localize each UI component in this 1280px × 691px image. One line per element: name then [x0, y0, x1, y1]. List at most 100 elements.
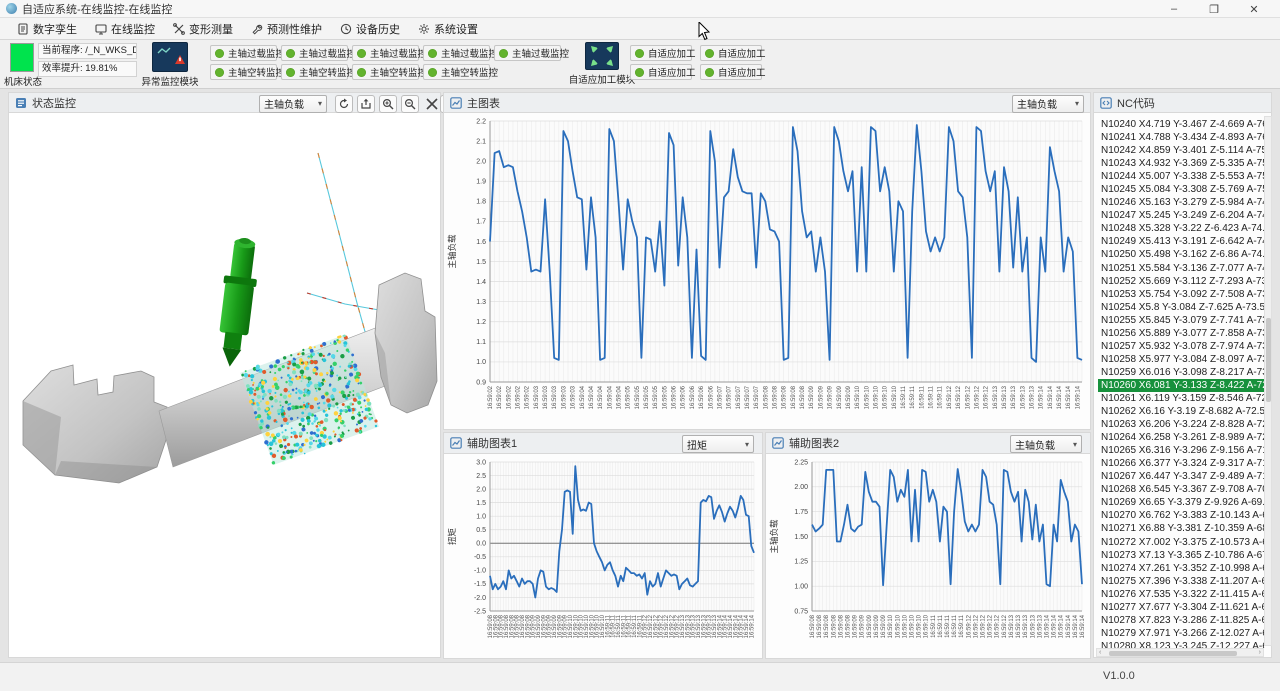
machine-3d-viewport[interactable] [8, 113, 441, 658]
nc-code-line[interactable]: N10279 X7.971 Y-3.266 Z-12.027 A-62.98 [1098, 627, 1265, 640]
adaptive-module-icon[interactable] [585, 42, 619, 70]
nc-code-line[interactable]: N10275 X7.396 Y-3.338 Z-11.207 A-65.95 [1098, 575, 1265, 588]
nc-code-line[interactable]: N10243 X4.932 Y-3.369 Z-5.335 A-75.523 [1098, 157, 1265, 170]
nc-code-line[interactable]: N10265 X6.316 Y-3.296 Z-9.156 A-71.771 [1098, 444, 1265, 457]
menu-item[interactable]: 设备历史 [331, 19, 409, 39]
svg-text:16:59:13: 16:59:13 [993, 385, 999, 409]
nc-code-line[interactable]: N10277 X7.677 Y-3.304 Z-11.621 A-64.48 [1098, 601, 1265, 614]
svg-text:16:59:12: 16:59:12 [988, 614, 994, 638]
abnormal-monitor-module-icon[interactable] [152, 42, 188, 72]
nc-code-line[interactable]: N10240 X4.719 Y-3.467 Z-4.669 A-76.396 [1098, 118, 1265, 131]
scroll-right-arrow-icon[interactable]: › [1259, 649, 1263, 656]
fit-view-button[interactable] [423, 95, 441, 113]
menu-item-label: 数字孪生 [33, 21, 77, 37]
nc-code-line[interactable]: N10255 X5.845 Y-3.079 Z-7.741 A-73.458 [1098, 314, 1265, 327]
view-mode-dropdown[interactable]: 主轴负载▾ [259, 95, 327, 113]
close-button[interactable]: ✕ [1234, 0, 1274, 18]
adaptive-machining-button[interactable]: 自适应加工 [700, 64, 762, 80]
title-bar[interactable]: 自适应系统-在线监控-在线监控 –❐✕ [0, 0, 1280, 18]
nc-code-line[interactable]: N10256 X5.889 Y-3.077 Z-7.858 A-73.348 [1098, 327, 1265, 340]
nc-code-line[interactable]: N10271 X6.88 Y-3.381 Z-10.359 A-68.711 [1098, 522, 1265, 535]
svg-text:16:59:12: 16:59:12 [974, 385, 980, 409]
overload-monitor-button[interactable]: 主轴过载监控 [423, 45, 490, 61]
svg-text:2.00: 2.00 [794, 484, 808, 491]
minimize-button[interactable]: – [1154, 0, 1194, 18]
aux2-signal-dropdown[interactable]: 主轴负载▾ [1010, 435, 1082, 453]
menu-item[interactable]: 数字孪生 [8, 19, 86, 39]
svg-text:16:59:13: 16:59:13 [1011, 385, 1017, 409]
adaptive-machining-button[interactable]: 自适应加工 [700, 45, 762, 61]
svg-text:16:59:08: 16:59:08 [782, 385, 788, 409]
nc-code-line[interactable]: N10280 X8.123 Y-3.245 Z-12.227 A-62.23 [1098, 640, 1265, 648]
svg-text:16:59:04: 16:59:04 [607, 385, 613, 409]
menu-item[interactable]: 变形测量 [164, 19, 242, 39]
adaptive-machining-button[interactable]: 自适应加工 [630, 45, 692, 61]
idle-monitor-button[interactable]: 主轴空转监控 [281, 64, 348, 80]
overload-monitor-button[interactable]: 主轴过载监控 [210, 45, 277, 61]
nc-code-line[interactable]: N10274 X7.261 Y-3.352 Z-10.998 A-66.67 [1098, 562, 1265, 575]
nc-code-line[interactable]: N10264 X6.258 Y-3.261 Z-8.989 A-72.072 [1098, 431, 1265, 444]
zoom-in-button[interactable] [379, 95, 397, 113]
nc-vertical-scrollbar[interactable] [1264, 116, 1272, 646]
nc-horizontal-scrollbar[interactable]: ‹ › [1096, 648, 1264, 657]
nc-code-line[interactable]: N10263 X6.206 Y-3.224 Z-8.828 A-72.33 C [1098, 418, 1265, 431]
nc-code-line[interactable]: N10266 X6.377 Y-3.324 Z-9.317 A-71.443 [1098, 457, 1265, 470]
svg-text:16:59:03: 16:59:03 [561, 385, 567, 409]
overload-monitor-button[interactable]: 主轴过载监控 [281, 45, 348, 61]
nc-code-line[interactable]: N10254 X5.8 Y-3.084 Z-7.625 A-73.571 C [1098, 301, 1265, 314]
main-chart: 0.91.01.11.21.31.41.51.61.71.81.92.02.12… [444, 113, 1090, 428]
idle-monitor-button[interactable]: 主轴空转监控 [423, 64, 490, 80]
abnormal-monitor-module-label: 异常监控模块 [138, 74, 202, 88]
nc-code-line[interactable]: N10258 X5.977 Y-3.084 Z-8.097 A-73.138 [1098, 353, 1265, 366]
adaptive-machining-button[interactable]: 自适应加工 [630, 64, 692, 80]
main-chart-signal-dropdown[interactable]: 主轴负载▾ [1012, 95, 1084, 113]
nc-code-line[interactable]: N10250 X5.498 Y-3.162 Z-6.86 A-74.178 C [1098, 248, 1265, 261]
nc-code-line[interactable]: N10252 X5.669 Y-3.112 Z-7.293 A-73.844 [1098, 275, 1265, 288]
nc-code-line[interactable]: N10272 X7.002 Y-3.375 Z-10.573 A-68.05 [1098, 536, 1265, 549]
idle-monitor-button[interactable]: 主轴空转监控 [210, 64, 277, 80]
nc-code-line[interactable]: N10276 X7.535 Y-3.322 Z-11.415 A-65.22 [1098, 588, 1265, 601]
nc-code-line[interactable]: N10251 X5.584 Y-3.136 Z-7.077 A-74.012 [1098, 262, 1265, 275]
aux1-signal-dropdown[interactable]: 扭矩▾ [682, 435, 754, 453]
maximize-button[interactable]: ❐ [1194, 0, 1234, 18]
menu-item[interactable]: 预测性维护 [242, 19, 331, 39]
nc-code-line[interactable]: N10257 X5.932 Y-3.078 Z-7.974 A-73.243 [1098, 340, 1265, 353]
nc-code-line[interactable]: N10261 X6.119 Y-3.159 Z-8.546 A-72.701 [1098, 392, 1265, 405]
export-view-button[interactable] [357, 95, 375, 113]
nc-code-line[interactable]: N10253 X5.754 Y-3.092 Z-7.508 A-73.677 [1098, 288, 1265, 301]
svg-text:2.1: 2.1 [476, 138, 486, 145]
overload-monitor-button[interactable]: 主轴过载监控 [352, 45, 419, 61]
nc-code-list[interactable]: N10240 X4.719 Y-3.467 Z-4.669 A-76.396N1… [1098, 118, 1265, 648]
nc-code-line[interactable]: N10244 X5.007 Y-3.338 Z-5.553 A-75.297 [1098, 170, 1265, 183]
menu-item[interactable]: 在线监控 [86, 19, 164, 39]
window-title: 自适应系统-在线监控-在线监控 [22, 1, 172, 17]
nc-code-line[interactable]: N10268 X6.545 Y-3.367 Z-9.708 A-70.519 [1098, 483, 1265, 496]
rotate-view-button[interactable] [335, 95, 353, 113]
nc-code-line[interactable]: N10249 X5.413 Y-3.191 Z-6.642 A-74.346 [1098, 235, 1265, 248]
nc-code-line[interactable]: N10270 X6.762 Y-3.383 Z-10.143 A-69.34 [1098, 509, 1265, 522]
nc-code-line[interactable]: N10273 X7.13 Y-3.365 Z-10.786 A-67.372 [1098, 549, 1265, 562]
scroll-left-arrow-icon[interactable]: ‹ [1097, 649, 1101, 656]
overload-monitor-button[interactable]: 主轴过载监控 [494, 45, 561, 61]
menu-item[interactable]: 系统设置 [409, 19, 487, 39]
nc-code-line[interactable]: N10269 X6.65 Y-3.379 Z-9.926 A-69.947 C [1098, 496, 1265, 509]
svg-text:主轴负载: 主轴负载 [769, 519, 779, 554]
nc-code-line[interactable]: N10248 X5.328 Y-3.22 Z-6.423 A-74.52 C [1098, 222, 1265, 235]
svg-text:0.75: 0.75 [794, 608, 808, 615]
machine-status-indicator [10, 43, 34, 72]
nc-code-line[interactable]: N10246 X5.163 Y-3.279 Z-5.984 A-74.892 [1098, 196, 1265, 209]
nc-code-line[interactable]: N10247 X5.245 Y-3.249 Z-6.204 A-74.701 [1098, 209, 1265, 222]
nc-code-line[interactable]: N10262 X6.16 Y-3.19 Z-8.682 A-72.534 C [1098, 405, 1265, 418]
idle-monitor-button[interactable]: 主轴空转监控 [352, 64, 419, 80]
svg-text:16:59:10: 16:59:10 [892, 385, 898, 409]
nc-code-line[interactable]: N10259 X6.016 Y-3.098 Z-8.217 A-73.036 [1098, 366, 1265, 379]
nc-code-line[interactable]: N10242 X4.859 Y-3.401 Z-5.114 A-75.775 [1098, 144, 1265, 157]
nc-code-line[interactable]: N10245 X5.084 Y-3.308 Z-5.769 A-75.088 [1098, 183, 1265, 196]
nc-code-line-active[interactable]: N10260 X6.081 Y-3.133 Z-8.422 A-72.835 [1098, 379, 1265, 392]
zoom-out-button[interactable] [401, 95, 419, 113]
nc-code-line[interactable]: N10278 X7.823 Y-3.286 Z-11.825 A-63.73 [1098, 614, 1265, 627]
svg-text:16:59:14: 16:59:14 [1057, 385, 1063, 409]
svg-text:16:59:11: 16:59:11 [901, 385, 907, 409]
nc-code-line[interactable]: N10267 X6.447 Y-3.347 Z-9.489 A-71.055 [1098, 470, 1265, 483]
nc-code-line[interactable]: N10241 X4.788 Y-3.434 Z-4.893 A-76.062 [1098, 131, 1265, 144]
